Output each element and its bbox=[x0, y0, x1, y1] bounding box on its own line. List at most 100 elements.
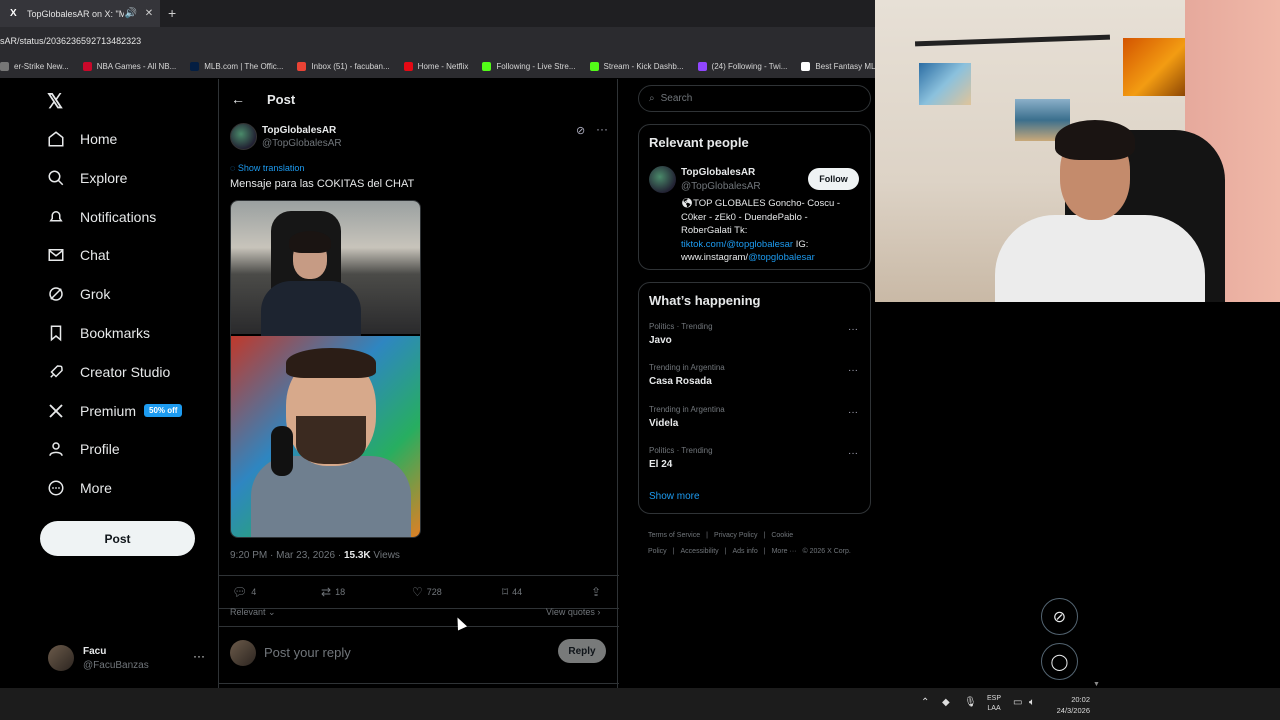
media-image-bottom[interactable] bbox=[231, 336, 420, 537]
nav-item-grok[interactable]: Grok bbox=[47, 279, 110, 309]
chevron-up-icon[interactable]: ⌃ bbox=[921, 697, 929, 708]
speaker-icon[interactable]: 🔊 bbox=[124, 8, 138, 19]
close-tab-icon[interactable]: ✕ bbox=[142, 8, 156, 19]
nav-item-label: Home bbox=[80, 131, 118, 147]
bookmark-item[interactable]: Best Fantasy MLB -... bbox=[801, 61, 875, 71]
microphone-icon[interactable]: 🎙︎ bbox=[964, 697, 977, 708]
clock[interactable]: 20:02 24/3/2026 bbox=[1050, 694, 1090, 716]
relevant-label: Relevant bbox=[230, 607, 266, 617]
person-name[interactable]: TopGlobalesAR bbox=[681, 167, 755, 178]
more-dots-icon[interactable]: ··· bbox=[596, 122, 608, 136]
nav-item-label: Explore bbox=[80, 169, 128, 186]
reply-input[interactable]: Post your reply bbox=[264, 645, 351, 660]
more-dots-icon[interactable]: ··· bbox=[848, 407, 858, 418]
post-column: ← Post TopGlobalesAR @TopGlobalesAR ⊘ ··… bbox=[218, 79, 619, 688]
repost-action[interactable]: ⇄ 18 bbox=[321, 585, 345, 599]
bookmark-item[interactable]: Stream - Kick Dashb... bbox=[589, 61, 684, 71]
tiktok-link[interactable]: tiktok.com/@topglobalesar bbox=[681, 239, 793, 250]
grok-icon: ⊘ bbox=[1052, 608, 1067, 626]
trend-item[interactable]: Politics · Trending El 24 ··· bbox=[649, 446, 864, 470]
media-image-top[interactable] bbox=[231, 201, 420, 336]
show-more-link[interactable]: Show more bbox=[649, 491, 700, 502]
nav-item-premium[interactable]: Premium 50% off bbox=[47, 396, 183, 426]
trend-item[interactable]: Politics · Trending Javo ··· bbox=[649, 322, 864, 346]
post-media[interactable] bbox=[230, 200, 421, 538]
bookmark-item[interactable]: NBA Games - All NB... bbox=[82, 61, 176, 71]
person-handle[interactable]: @TopGlobalesAR bbox=[681, 181, 761, 192]
more-dots-icon[interactable]: ··· bbox=[193, 649, 205, 663]
x-logo-icon[interactable]: 𝕏 bbox=[47, 89, 63, 114]
new-tab-button[interactable]: + bbox=[168, 5, 182, 21]
trend-item[interactable]: Trending in Argentina Casa Rosada ··· bbox=[649, 363, 864, 387]
view-quotes-link[interactable]: View quotes › bbox=[546, 607, 600, 617]
author-avatar[interactable] bbox=[230, 123, 257, 150]
reply-action[interactable]: 💬︎ 4 bbox=[232, 585, 256, 599]
bookmark-item[interactable]: er-Strike New... bbox=[0, 61, 69, 71]
browser-tab[interactable]: X TopGlobalesAR on X: "Men 🔊 ✕ bbox=[0, 0, 160, 27]
trend-context: Trending in Argentina bbox=[649, 363, 725, 373]
person-avatar[interactable] bbox=[649, 166, 676, 193]
footer-separator: | bbox=[724, 548, 727, 555]
bookmark-item[interactable]: Following - Live Stre... bbox=[482, 61, 576, 71]
bookmark-item[interactable]: Home - Netflix bbox=[403, 61, 468, 71]
post-button[interactable]: Post bbox=[40, 521, 195, 556]
instagram-link[interactable]: @topglobalesar bbox=[748, 252, 815, 263]
post-time[interactable]: 9:20 PM · Mar 23, 2026 · bbox=[230, 550, 344, 561]
footer-link[interactable]: More ··· bbox=[772, 548, 797, 555]
back-arrow-icon[interactable]: ← bbox=[231, 91, 245, 107]
scroll-down-arrow-icon[interactable]: ▼ bbox=[1093, 681, 1100, 688]
more-dots-icon[interactable]: ··· bbox=[848, 324, 858, 335]
more-dots-icon[interactable]: ··· bbox=[848, 365, 858, 376]
nav-item-explore[interactable]: Explore bbox=[47, 163, 127, 193]
grok-fab-button[interactable]: ⊘ bbox=[1041, 598, 1078, 635]
search-input[interactable]: ⌕ Search bbox=[638, 85, 871, 112]
share-action[interactable]: ⇪ bbox=[591, 585, 605, 599]
volume-icon[interactable]: 🔈︎ bbox=[1029, 697, 1035, 708]
browser-tabbar: X TopGlobalesAR on X: "Men 🔊 ✕ + bbox=[0, 0, 875, 27]
bookmark-favicon-icon bbox=[801, 61, 811, 71]
grok-icon bbox=[49, 287, 63, 301]
chat-fab-button[interactable]: ◯ bbox=[1041, 643, 1078, 680]
relevant-sort-dropdown[interactable]: Relevant ⌄ bbox=[230, 607, 276, 618]
footer-link[interactable]: Terms of Service bbox=[648, 532, 700, 539]
url-text[interactable]: sAR/status/2036236592713482323 bbox=[0, 36, 141, 46]
bookmark-item[interactable]: MLB.com | The Offic... bbox=[190, 61, 283, 71]
globe-icon: 🌎︎ bbox=[681, 198, 694, 209]
lang-code: ESP bbox=[987, 695, 1002, 702]
bookmark-action[interactable]: ⌑ 44 bbox=[502, 585, 522, 599]
like-action[interactable]: ♡ 728 bbox=[412, 585, 442, 599]
address-bar[interactable]: sAR/status/2036236592713482323 bbox=[0, 27, 875, 54]
bookmark-favicon-icon bbox=[403, 61, 413, 71]
trend-item[interactable]: Trending in Argentina Videla ··· bbox=[649, 405, 864, 429]
clock-time: 20:02 bbox=[1071, 695, 1090, 704]
footer-link[interactable]: Accessibility bbox=[681, 548, 719, 555]
nav-item-notifications[interactable]: Notifications bbox=[47, 202, 156, 232]
footer-link[interactable]: Privacy Policy bbox=[714, 532, 758, 539]
nav-item-bookmarks[interactable]: Bookmarks bbox=[47, 318, 150, 348]
nav-item-more[interactable]: More bbox=[47, 473, 112, 503]
views-count: 15.3K bbox=[343, 550, 371, 561]
more-dots-icon[interactable]: ··· bbox=[848, 448, 858, 459]
trend-context: Politics · Trending bbox=[649, 322, 713, 331]
author-name[interactable]: TopGlobalesAR bbox=[262, 125, 336, 136]
grok-icon[interactable]: ⊘ bbox=[576, 124, 585, 137]
author-handle[interactable]: @TopGlobalesAR bbox=[262, 138, 342, 149]
show-translation-link[interactable]: ◌ Show translation bbox=[230, 163, 304, 173]
bookmark-item[interactable]: Inbox (51) - facuban... bbox=[297, 61, 390, 71]
tray-app-icon[interactable]: ◆ bbox=[942, 697, 950, 708]
nav-item-creator-studio[interactable]: Creator Studio bbox=[47, 357, 170, 387]
nav-item-label: More bbox=[80, 480, 112, 497]
nav-item-profile[interactable]: Profile bbox=[47, 434, 120, 464]
footer-link[interactable]: © 2026 X Corp. bbox=[802, 548, 850, 555]
network-icon[interactable]: ▭ bbox=[1013, 697, 1022, 708]
footer-link[interactable]: Ads info bbox=[732, 548, 757, 555]
home-icon bbox=[48, 131, 64, 147]
language-indicator[interactable]: ESP LAA bbox=[987, 694, 1001, 714]
account-switcher[interactable]: Facu @FacuBanzas ··· bbox=[48, 643, 208, 673]
nav-item-home[interactable]: Home bbox=[47, 124, 117, 154]
reply-button[interactable]: Reply bbox=[558, 639, 606, 663]
bookmark-item[interactable]: (24) Following - Twi... bbox=[697, 61, 787, 71]
nav-item-chat[interactable]: Chat bbox=[47, 240, 110, 270]
follow-button[interactable]: Follow bbox=[808, 168, 859, 190]
trend-name: Casa Rosada bbox=[649, 376, 712, 388]
